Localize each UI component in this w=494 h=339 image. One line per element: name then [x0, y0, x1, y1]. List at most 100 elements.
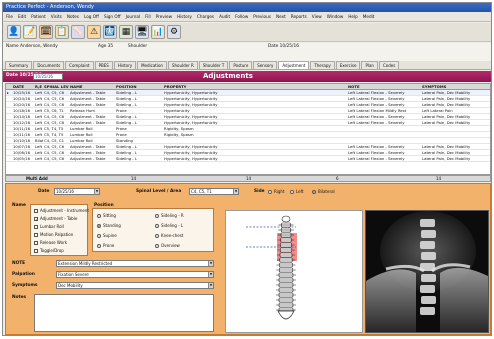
column-header[interactable] — [227, 84, 347, 89]
spine-icon — [246, 215, 297, 320]
name-option-toggle-drop[interactable]: Toggle/Drop — [34, 248, 64, 253]
form-icon[interactable]: 📋 — [55, 25, 69, 39]
side-option-bilateral[interactable]: Bilateral — [312, 189, 335, 194]
name-option-adjustment-table[interactable]: ✓ Adjustment - Table — [34, 216, 77, 221]
xray-icon[interactable]: 🩻 — [103, 25, 117, 39]
position-option-overview[interactable]: Overview — [155, 243, 180, 248]
menu-item-medit[interactable]: Medit — [363, 14, 375, 19]
footer-mark-4: 14 — [436, 176, 442, 181]
note-select[interactable]: Extension Mildly Restricted ▼ — [56, 260, 214, 267]
chart-icon[interactable]: 📊 — [151, 25, 165, 39]
menu-item-charges[interactable]: Charges — [197, 14, 214, 19]
spinal-level-label: Spinal Level / Area — [136, 189, 182, 194]
table-cell — [227, 150, 347, 155]
menu-item-reports[interactable]: Reports — [291, 14, 307, 19]
position-option-prone[interactable]: Prone — [97, 243, 114, 248]
tab-shoulder-r[interactable]: Shoulder R — [167, 61, 198, 69]
adjustments-header: Date 10/25/16 10/25/16 Adjustments — [3, 71, 491, 82]
column-header[interactable]: POSITION — [115, 84, 163, 89]
menu-item-log-off[interactable]: Log Off — [84, 14, 99, 19]
menu-item-notes[interactable]: Notes — [67, 14, 79, 19]
tab-documents[interactable]: Documents — [33, 61, 65, 69]
tab-codes[interactable]: Codes — [378, 61, 400, 69]
menu-item-help[interactable]: Help — [348, 14, 358, 19]
notes-icon[interactable]: 📝 — [23, 25, 37, 39]
tab-summary[interactable]: Summary — [5, 61, 33, 69]
column-header[interactable]: NOTE — [347, 84, 421, 89]
form-date-select[interactable]: 10/25/16 ▼ — [54, 188, 100, 195]
radio-icon — [97, 223, 101, 228]
position-option-sideling-l[interactable]: Sideling - L — [155, 223, 183, 228]
position-option-standing[interactable]: Standing — [97, 223, 121, 228]
visit-icon[interactable]: 🗓 — [39, 25, 53, 39]
menu-item-window[interactable]: Window — [327, 14, 344, 19]
menu-item-previous[interactable]: Previous — [253, 14, 271, 19]
name-option-motion-palpation[interactable]: Motion Palpation — [34, 232, 73, 237]
menu-item-sign-off[interactable]: Sign Off — [104, 14, 121, 19]
menu-item-visits[interactable]: Visits — [51, 14, 62, 19]
table-row[interactable]: 10/05/16 Left C4, C5, C6 Adjustment - Table… — [6, 156, 490, 162]
multi-add-label[interactable]: Multi Add — [26, 176, 48, 181]
name-option-adjustment-instrument[interactable]: Adjustment - Instrument — [34, 208, 89, 213]
palpation-select[interactable]: Fixation Severe ▼ — [56, 271, 214, 278]
tab-exercise[interactable]: Exercise — [335, 61, 361, 69]
side-option-left[interactable]: Left — [290, 189, 304, 194]
position-option-label: Overview — [161, 243, 180, 248]
spinal-level-select[interactable]: C4, C5, T1 ▼ — [189, 188, 239, 195]
tab-adjustment[interactable]: Adjustment — [278, 61, 310, 69]
menu-item-edit[interactable]: Edit — [18, 14, 26, 19]
menu-item-audit[interactable]: Audit — [219, 14, 230, 19]
position-option-sitting[interactable]: Sitting — [97, 213, 116, 218]
alert-icon[interactable]: ⚠ — [87, 25, 101, 39]
table-cell: Left — [35, 96, 43, 101]
radio-icon — [97, 213, 101, 218]
menu-item-patient[interactable]: Patient — [31, 14, 46, 19]
table-cell: Left Lateral Flexion - Severely — [348, 114, 405, 119]
header-date-field[interactable]: 10/25/16 — [33, 73, 63, 80]
tab-complaint[interactable]: Complaint — [65, 61, 94, 69]
spine-diagram[interactable] — [225, 210, 363, 333]
side-label: Side — [254, 189, 265, 194]
menu-item-history[interactable]: History — [177, 14, 192, 19]
menu-item-file[interactable]: File — [6, 14, 13, 19]
name-option-release-work[interactable]: Release Work — [34, 240, 67, 245]
column-header[interactable]: SPINAL LEVEL / AREA — [43, 84, 69, 89]
name-label: Name — [12, 203, 26, 208]
symptoms-select[interactable]: Dec Mobility ▼ — [56, 282, 214, 289]
table-cell: Left Lateral Flexion - Severely — [348, 150, 405, 155]
tab-history[interactable]: History — [113, 61, 137, 69]
tab-sensory[interactable]: Sensory — [253, 61, 278, 69]
menu-item-fill[interactable]: Fill — [145, 14, 151, 19]
column-header[interactable]: SYMPTOMS — [421, 84, 490, 89]
spine-icon[interactable]: 🦴 — [71, 25, 85, 39]
position-option-supine[interactable]: Supine — [97, 233, 117, 238]
menu-item-preview[interactable]: Preview — [156, 14, 172, 19]
grid-icon[interactable]: ▦ — [119, 25, 133, 39]
position-option-sideling-r[interactable]: Sideling - R — [155, 213, 184, 218]
notes-textarea[interactable] — [34, 294, 214, 332]
column-header[interactable]: R,E — [34, 84, 43, 89]
name-option-lumbar-roll[interactable]: Lumbar Roll — [34, 224, 64, 229]
patient-icon[interactable]: 👤 — [7, 25, 21, 39]
column-header[interactable]: PROPERTY — [163, 84, 227, 89]
menu-item-journal[interactable]: Journal — [126, 14, 140, 19]
menu-item-follow[interactable]: Follow — [235, 14, 248, 19]
display-icon[interactable]: 🖥 — [135, 25, 149, 39]
tab-posture[interactable]: Posture — [229, 61, 253, 69]
settings-icon[interactable]: ⚙ — [167, 25, 181, 39]
column-header[interactable]: NAME — [69, 84, 115, 89]
position-option-knee-chest[interactable]: Knee-chest — [155, 233, 183, 238]
name-option-label: Release Work — [40, 240, 68, 245]
menu-item-view[interactable]: View — [312, 14, 322, 19]
column-header[interactable]: DATE — [12, 84, 34, 89]
tab-shoulder-t[interactable]: Shoulder T — [198, 61, 229, 69]
patient-name: Name Anderson, Wendy — [6, 44, 58, 49]
table-cell: C5, T4, T5 — [44, 132, 64, 137]
tab-pbes[interactable]: PBES — [94, 61, 113, 69]
tab-therapy[interactable]: Therapy — [310, 61, 335, 69]
menu-item-next[interactable]: Next — [276, 14, 286, 19]
tab-plan[interactable]: Plan — [361, 61, 378, 69]
tab-medication[interactable]: Medication — [137, 61, 167, 69]
name-option-label: Toggle/Drop — [40, 248, 64, 253]
side-option-right[interactable]: Right — [268, 189, 285, 194]
